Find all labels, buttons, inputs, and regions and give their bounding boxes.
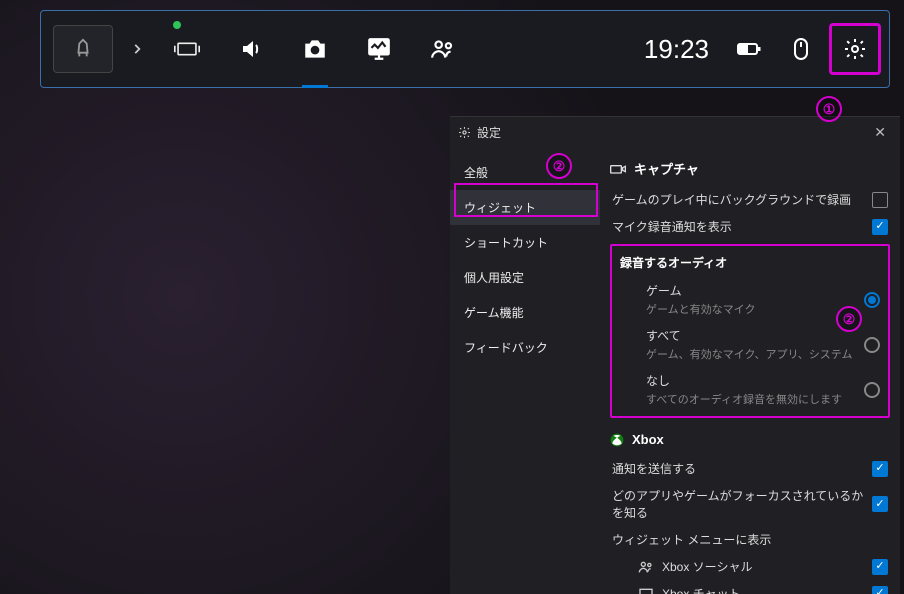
xbox-icon [610, 433, 624, 447]
nav-feedback[interactable]: フィードバック [450, 330, 600, 365]
audio-group-highlight: 録音するオーディオ ゲーム ゲームと有効なマイク すべて ゲーム、有効なマイク、… [610, 244, 890, 418]
row-xbox-focus[interactable]: どのアプリやゲームがフォーカスされているかを知る [610, 482, 890, 526]
close-button[interactable]: ✕ [868, 122, 892, 143]
pin-widget-button[interactable] [53, 25, 113, 73]
checkbox-mic-notif[interactable] [872, 219, 888, 235]
rocket-icon [72, 38, 94, 60]
nav-shortcuts[interactable]: ショートカット [450, 225, 600, 260]
mouse-button[interactable] [775, 11, 827, 87]
row-xbox-social[interactable]: Xbox ソーシャル [610, 553, 890, 580]
chevron-right-button[interactable] [119, 11, 155, 87]
radio-audio-game[interactable] [864, 292, 880, 308]
widgets-button[interactable] [155, 11, 219, 87]
checkbox-xbox-social[interactable] [872, 559, 888, 575]
checkbox-bg-record[interactable] [872, 192, 888, 208]
social-icon [638, 560, 654, 574]
camera-icon [302, 38, 328, 60]
chevron-right-icon [130, 42, 144, 56]
nav-general[interactable]: 全般 [450, 155, 600, 190]
settings-highlight [829, 23, 881, 75]
radio-audio-all[interactable] [864, 337, 880, 353]
nav-widgets[interactable]: ウィジェット [450, 190, 600, 225]
radio-audio-none[interactable] [864, 382, 880, 398]
settings-button[interactable] [827, 11, 883, 87]
checkbox-xbox-chat[interactable] [872, 586, 888, 594]
nav-personal[interactable]: 個人用設定 [450, 260, 600, 295]
gamebar: 19:23 [40, 10, 890, 88]
section-capture: キャプチャ [610, 159, 890, 178]
row-mic-notif[interactable]: マイク録音通知を表示 [610, 213, 890, 240]
status-dot [173, 21, 181, 29]
settings-content: キャプチャ ゲームのプレイ中にバックグラウンドで録画 マイク録音通知を表示 録音… [600, 147, 900, 594]
performance-icon [366, 37, 392, 61]
row-audio-none[interactable]: なし すべてのオーディオ録音を無効にします [618, 367, 882, 412]
annotation-1: ① [816, 96, 842, 122]
gear-icon [843, 37, 867, 61]
social-icon [430, 38, 456, 60]
chat-icon [638, 587, 654, 594]
annotation-2b: ② [836, 306, 862, 332]
performance-button[interactable] [347, 11, 411, 87]
nav-game-features[interactable]: ゲーム機能 [450, 295, 600, 330]
battery-button[interactable] [723, 11, 775, 87]
social-button[interactable] [411, 11, 475, 87]
row-widget-menu-header: ウィジェット メニューに表示 [610, 526, 890, 553]
checkbox-xbox-notif[interactable] [872, 461, 888, 477]
gear-icon [458, 126, 471, 139]
settings-panel: 設定 ✕ 全般 ウィジェット ショートカット 個人用設定 ゲーム機能 フィードバ… [450, 116, 900, 594]
section-xbox: Xbox [610, 432, 890, 447]
widgets-icon [174, 38, 200, 60]
audio-button[interactable] [219, 11, 283, 87]
checkbox-xbox-focus[interactable] [872, 496, 888, 512]
annotation-2a: ② [546, 153, 572, 179]
row-xbox-notif[interactable]: 通知を送信する [610, 455, 890, 482]
speaker-icon [239, 37, 263, 61]
settings-nav: 全般 ウィジェット ショートカット 個人用設定 ゲーム機能 フィードバック ② [450, 147, 600, 594]
battery-icon [737, 40, 761, 58]
mouse-icon [792, 37, 810, 61]
row-bg-record[interactable]: ゲームのプレイ中にバックグラウンドで録画 [610, 186, 890, 213]
clock: 19:23 [630, 34, 723, 65]
row-xbox-chat[interactable]: Xbox チャット [610, 580, 890, 594]
capture-icon [610, 163, 626, 175]
audio-section-title: 録音するオーディオ [618, 250, 882, 277]
settings-title: 設定 [477, 124, 501, 141]
capture-button[interactable] [283, 11, 347, 87]
